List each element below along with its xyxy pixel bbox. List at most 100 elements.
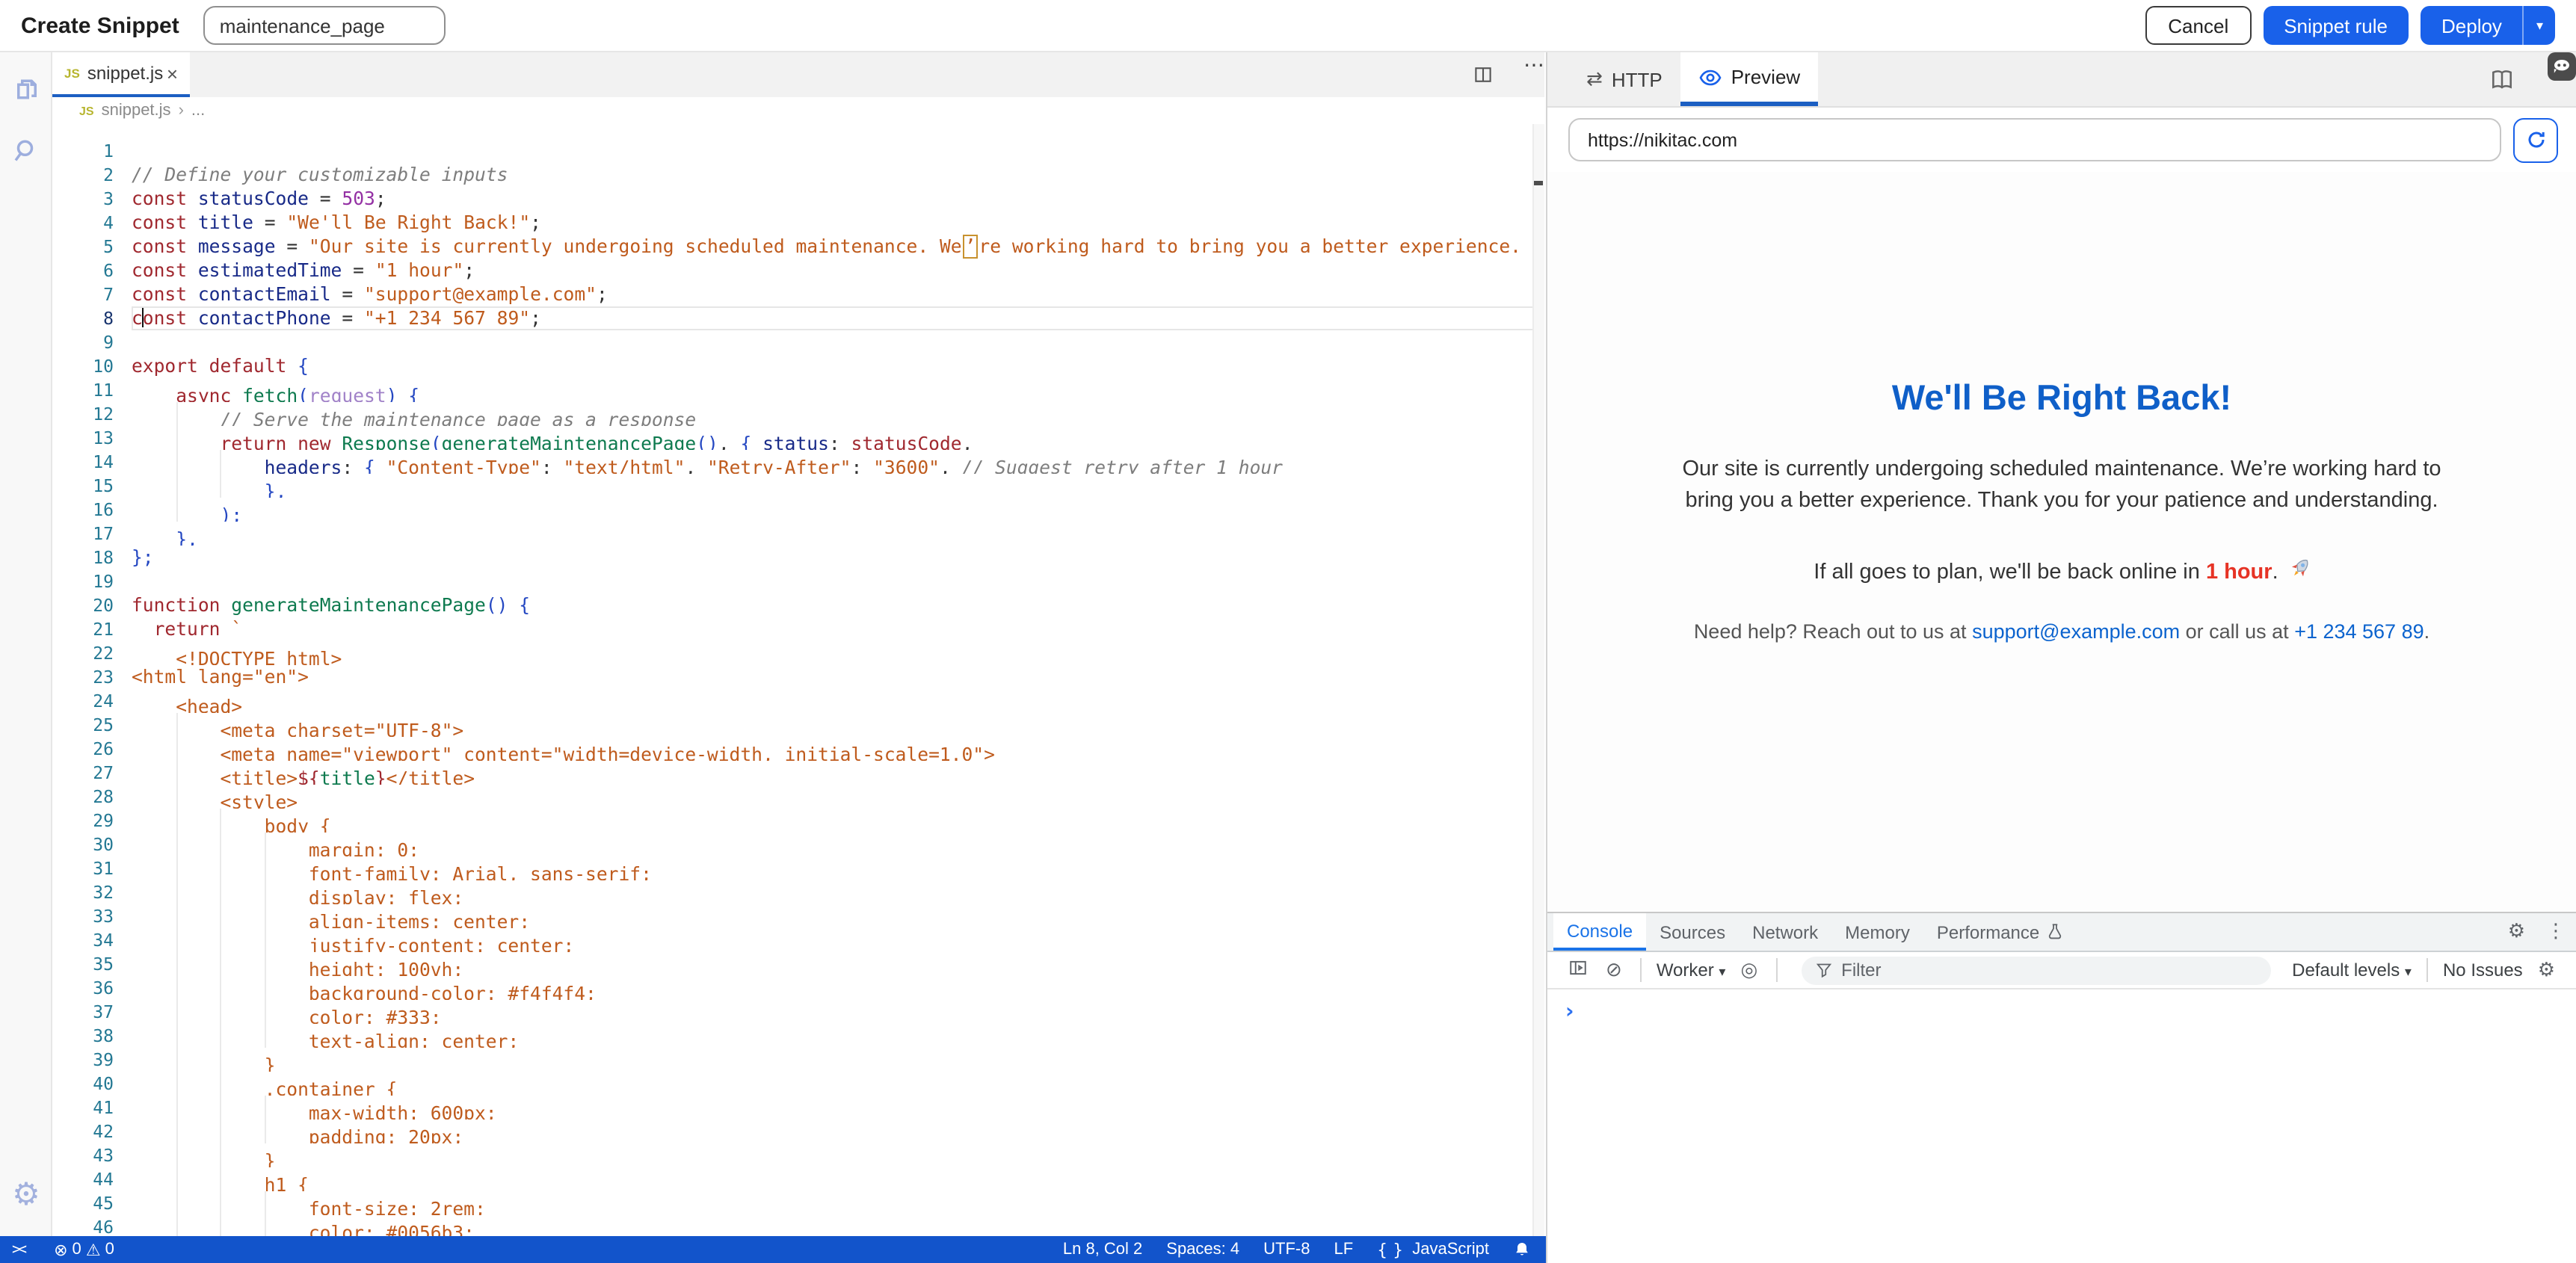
code-line[interactable]: 38text-align: center; xyxy=(52,1024,1544,1048)
code-line[interactable]: 8const contactPhone = "+1 234 567 89"; xyxy=(52,306,1544,330)
code-editor[interactable]: 12// Define your customizable inputs3con… xyxy=(52,124,1544,1236)
code-line[interactable]: 23<html lang="en"> xyxy=(52,665,1544,689)
close-icon[interactable]: × xyxy=(167,62,178,84)
code-line[interactable]: 6const estimatedTime = "1 hour"; xyxy=(52,259,1544,282)
code-line[interactable]: 25<meta charset="UTF-8"> xyxy=(52,713,1544,737)
code-line[interactable]: 46color: #0056b3; xyxy=(52,1215,1544,1236)
devtools-tab-sources[interactable]: Sources xyxy=(1646,913,1739,951)
code-line[interactable]: 19 xyxy=(52,569,1544,593)
reload-button[interactable] xyxy=(2513,117,2558,162)
remote-indicator[interactable]: >< xyxy=(6,1241,30,1258)
code-line[interactable]: 35height: 100vh; xyxy=(52,952,1544,976)
code-line[interactable]: 16); xyxy=(52,498,1544,522)
code-line[interactable]: 33align-items: center; xyxy=(52,904,1544,928)
code-line[interactable]: 45font-size: 2rem; xyxy=(52,1191,1544,1215)
editor-scrollbar[interactable] xyxy=(1532,124,1544,1236)
discord-icon[interactable] xyxy=(2548,52,2576,81)
notifications-button[interactable] xyxy=(1513,1241,1531,1259)
code-line[interactable]: 29body { xyxy=(52,809,1544,833)
code-line[interactable]: 43} xyxy=(52,1143,1544,1167)
more-actions-button[interactable]: ⋯ xyxy=(1523,52,1544,97)
live-expression-button[interactable]: ◎ xyxy=(1731,959,1766,981)
deploy-button[interactable]: Deploy xyxy=(2421,6,2523,45)
console-settings-button[interactable]: ⚙ xyxy=(2529,959,2564,981)
code-line[interactable]: 36background-color: #f4f4f4; xyxy=(52,976,1544,1000)
issues-counter[interactable]: No Issues xyxy=(2443,960,2523,981)
deploy-dropdown-button[interactable]: ▾ xyxy=(2523,6,2555,45)
code-line[interactable]: 34justify-content: center; xyxy=(52,928,1544,952)
problems-indicator[interactable]: ⊗ 0 ⚠ 0 xyxy=(54,1240,114,1259)
tab-preview[interactable]: Preview xyxy=(1680,52,1819,106)
snippet-name-input[interactable] xyxy=(203,6,446,45)
code-line[interactable]: 7const contactEmail = "support@example.c… xyxy=(52,282,1544,306)
code-line[interactable]: 15}, xyxy=(52,474,1544,498)
console-filter-input[interactable]: Filter xyxy=(1801,956,2271,984)
code-line[interactable]: 10export default { xyxy=(52,354,1544,378)
eol-setting[interactable]: LF xyxy=(1334,1241,1353,1259)
line-number: 11 xyxy=(52,378,132,402)
code-line[interactable]: 21 return ` xyxy=(52,617,1544,641)
code-line[interactable]: 31font-family: Arial, sans-serif; xyxy=(52,856,1544,880)
code-line[interactable]: 42padding: 20px; xyxy=(52,1120,1544,1143)
code-line[interactable]: 12// Serve the maintenance page as a res… xyxy=(52,402,1544,426)
tab-http[interactable]: ⇄ HTTP xyxy=(1568,52,1680,106)
snippet-rule-button[interactable]: Snippet rule xyxy=(2263,6,2409,45)
code-line[interactable]: 20function generateMaintenancePage() { xyxy=(52,593,1544,617)
kebab-menu-icon[interactable]: ⋮ xyxy=(2536,913,2576,951)
code-line[interactable]: 17}, xyxy=(52,522,1544,546)
devtools-tab-console[interactable]: Console xyxy=(1553,913,1646,951)
code-line[interactable]: 18}; xyxy=(52,546,1544,569)
code-line[interactable]: 44h1 { xyxy=(52,1167,1544,1191)
code-line[interactable]: 39} xyxy=(52,1048,1544,1072)
breadcrumb-more[interactable]: ... xyxy=(191,102,205,120)
code-token: statusCode xyxy=(851,433,962,450)
support-email-link[interactable]: support@example.com xyxy=(1972,620,2180,643)
console-sidebar-toggle[interactable] xyxy=(1559,957,1597,983)
line-number: 7 xyxy=(52,282,132,306)
language-mode[interactable]: { } JavaScript xyxy=(1377,1240,1489,1259)
docs-button[interactable] xyxy=(2489,52,2515,106)
code-line[interactable]: 24<head> xyxy=(52,689,1544,713)
code-token: contactPhone xyxy=(198,308,331,329)
devtools-tab-performance[interactable]: Performance xyxy=(1923,913,2078,951)
code-line[interactable]: 14headers: { "Content-Type": "text/html"… xyxy=(52,450,1544,474)
code-line[interactable]: 3const statusCode = 503; xyxy=(52,187,1544,211)
indent-guide xyxy=(132,1191,176,1215)
code-line[interactable]: 4const title = "We'll Be Right Back!"; xyxy=(52,211,1544,235)
clear-console-button[interactable]: ⊘ xyxy=(1597,959,1631,981)
phone-link[interactable]: +1 234 567 89 xyxy=(2294,620,2424,643)
devtools-settings-button[interactable]: ⚙ xyxy=(2498,913,2536,951)
code-line[interactable]: 28<style> xyxy=(52,785,1544,809)
code-line[interactable]: 1 xyxy=(52,139,1544,163)
code-line[interactable]: 11async fetch(request) { xyxy=(52,378,1544,402)
code-token: <!DOCTYPE html> xyxy=(176,649,342,665)
search-button[interactable] xyxy=(0,121,52,181)
log-levels-dropdown[interactable]: Default levels ▾ xyxy=(2292,960,2412,981)
cursor-position[interactable]: Ln 8, Col 2 xyxy=(1063,1241,1142,1259)
encoding-setting[interactable]: UTF-8 xyxy=(1263,1241,1310,1259)
devtools-tab-network[interactable]: Network xyxy=(1739,913,1831,951)
code-line[interactable]: 9 xyxy=(52,330,1544,354)
indentation-setting[interactable]: Spaces: 4 xyxy=(1166,1241,1239,1259)
code-line[interactable]: 5const message = "Our site is currently … xyxy=(52,235,1544,259)
code-line[interactable]: 27<title>${title}</title> xyxy=(52,761,1544,785)
code-line[interactable]: 2// Define your customizable inputs xyxy=(52,163,1544,187)
context-selector[interactable]: Worker ▾ xyxy=(1657,960,1726,981)
code-line[interactable]: 26<meta name="viewport" content="width=d… xyxy=(52,737,1544,761)
explorer-button[interactable] xyxy=(0,61,52,121)
console-output[interactable]: › xyxy=(1547,989,2576,1262)
code-line[interactable]: 22<!DOCTYPE html> xyxy=(52,641,1544,665)
code-line[interactable]: 40.container { xyxy=(52,1072,1544,1096)
code-line[interactable]: 37color: #333; xyxy=(52,1000,1544,1024)
code-line[interactable]: 13return new Response(generateMaintenanc… xyxy=(52,426,1544,450)
code-line[interactable]: 30margin: 0; xyxy=(52,833,1544,856)
preview-url-input[interactable] xyxy=(1568,118,2501,161)
split-editor-button[interactable] xyxy=(1473,52,1494,97)
devtools-tab-memory[interactable]: Memory xyxy=(1831,913,1923,951)
breadcrumb-file[interactable]: snippet.js xyxy=(102,102,171,120)
settings-button[interactable]: ⚙ xyxy=(0,1164,52,1224)
code-line[interactable]: 41max-width: 600px; xyxy=(52,1096,1544,1120)
cancel-button[interactable]: Cancel xyxy=(2145,6,2251,45)
tab-snippet-js[interactable]: JS snippet.js × xyxy=(52,52,190,97)
code-line[interactable]: 32display: flex; xyxy=(52,880,1544,904)
